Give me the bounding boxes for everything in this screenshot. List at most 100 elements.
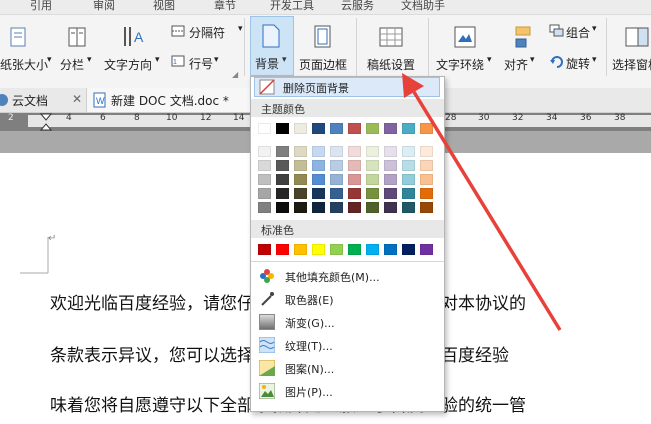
paper-size-button[interactable]: 纸张大小 [0,56,48,73]
theme-color-swatch[interactable] [330,202,343,213]
background-button[interactable]: 背景 ▾ [250,16,294,76]
line-numbers-button[interactable]: 行号 [189,55,213,72]
theme-color-swatch[interactable] [276,146,289,157]
theme-color-swatch[interactable] [312,123,325,134]
theme-color-swatch[interactable] [420,174,433,185]
chevron-down-icon[interactable]: ▾ [592,24,597,34]
selection-pane-icon[interactable] [624,26,650,50]
theme-color-swatch[interactable] [384,123,397,134]
theme-color-swatch[interactable] [348,146,361,157]
theme-color-swatch[interactable] [366,188,379,199]
theme-color-swatch[interactable] [420,123,433,134]
tab-developer[interactable]: 开发工具 [270,0,314,13]
theme-color-swatch[interactable] [402,160,415,171]
chevron-down-icon[interactable]: ▾ [530,55,535,65]
theme-color-swatch[interactable] [420,146,433,157]
theme-color-swatch[interactable] [402,188,415,199]
standard-color-swatch[interactable] [402,244,415,255]
page-border-button[interactable]: 页面边框 [299,56,347,73]
selection-pane-button[interactable]: 选择窗格 [612,56,651,73]
tab-doc-assistant[interactable]: 文档助手 [401,0,445,13]
theme-color-swatch[interactable] [276,123,289,134]
theme-color-swatch[interactable] [420,202,433,213]
group-button[interactable]: 组合 [566,24,590,41]
chevron-down-icon[interactable]: ▾ [47,55,52,65]
theme-color-swatch[interactable] [366,174,379,185]
theme-color-swatch[interactable] [348,160,361,171]
chevron-down-icon[interactable]: ▾ [214,55,219,65]
theme-color-swatch[interactable] [366,146,379,157]
theme-color-swatch[interactable] [258,174,271,185]
theme-color-swatch[interactable] [258,188,271,199]
theme-color-swatch[interactable] [348,123,361,134]
chevron-down-icon[interactable]: ▾ [155,55,160,65]
theme-color-swatch[interactable] [402,174,415,185]
theme-color-swatch[interactable] [330,146,343,157]
theme-color-swatch[interactable] [294,146,307,157]
theme-color-swatch[interactable] [402,202,415,213]
theme-color-swatch[interactable] [312,188,325,199]
theme-color-swatch[interactable] [276,160,289,171]
indent-marker-icon[interactable] [40,113,52,131]
tab-review[interactable]: 审阅 [93,0,115,13]
dialog-launcher-icon[interactable]: ◢ [232,70,238,79]
theme-color-swatch[interactable] [402,123,415,134]
theme-color-swatch[interactable] [294,202,307,213]
line-numbers-icon[interactable]: 1 [170,54,186,68]
rotate-icon[interactable] [549,54,565,68]
theme-color-swatch[interactable] [420,160,433,171]
theme-color-swatch[interactable] [258,123,271,134]
page-border-icon[interactable] [312,24,334,50]
close-icon[interactable]: ✕ [72,92,82,106]
theme-color-swatch[interactable] [312,146,325,157]
standard-color-swatch[interactable] [330,244,343,255]
paper-size-icon[interactable] [8,26,30,50]
standard-color-swatch[interactable] [294,244,307,255]
pattern-item[interactable]: 图案(N)... [257,358,439,378]
theme-color-swatch[interactable] [384,202,397,213]
more-fill-colors-item[interactable]: 其他填充颜色(M)... [257,266,439,286]
gradient-item[interactable]: 渐变(G)... [257,312,439,332]
theme-color-swatch[interactable] [258,202,271,213]
tab-cloud[interactable]: 云服务 [341,0,374,13]
standard-color-swatch[interactable] [366,244,379,255]
theme-color-swatch[interactable] [276,202,289,213]
theme-color-swatch[interactable] [294,123,307,134]
eyedropper-item[interactable]: 取色器(E) [257,289,439,309]
text-wrap-icon[interactable] [454,26,476,48]
paper-settings-button[interactable]: 稿纸设置 [367,56,415,73]
theme-color-swatch[interactable] [384,174,397,185]
tab-view[interactable]: 视图 [153,0,175,13]
separator-button[interactable]: 分隔符 [189,24,225,41]
theme-color-swatch[interactable] [276,188,289,199]
theme-color-swatch[interactable] [276,174,289,185]
theme-color-swatch[interactable] [312,202,325,213]
theme-color-swatch[interactable] [420,188,433,199]
remove-page-background-item[interactable]: 删除页面背景 [254,77,440,97]
theme-color-swatch[interactable] [312,174,325,185]
text-direction-button[interactable]: 文字方向 [104,56,152,73]
theme-color-swatch[interactable] [294,188,307,199]
standard-color-swatch[interactable] [384,244,397,255]
theme-color-swatch[interactable] [366,123,379,134]
theme-color-swatch[interactable] [294,174,307,185]
theme-color-swatch[interactable] [384,146,397,157]
paper-settings-icon[interactable] [378,26,404,48]
theme-color-swatch[interactable] [330,160,343,171]
theme-color-swatch[interactable] [330,188,343,199]
chevron-down-icon[interactable]: ▾ [592,55,597,65]
theme-color-swatch[interactable] [366,160,379,171]
chevron-down-icon[interactable]: ▾ [487,55,492,65]
standard-color-swatch[interactable] [276,244,289,255]
tab-cloud-docs[interactable]: 云文档 [12,92,48,109]
theme-color-swatch[interactable] [294,160,307,171]
tab-references[interactable]: 引用 [30,0,52,13]
theme-color-swatch[interactable] [348,188,361,199]
theme-color-swatch[interactable] [330,123,343,134]
texture-item[interactable]: 纹理(T)... [257,335,439,355]
standard-color-swatch[interactable] [420,244,433,255]
theme-color-swatch[interactable] [348,202,361,213]
chevron-down-icon[interactable]: ▾ [238,24,243,34]
theme-color-swatch[interactable] [258,146,271,157]
align-icon[interactable] [514,24,534,52]
